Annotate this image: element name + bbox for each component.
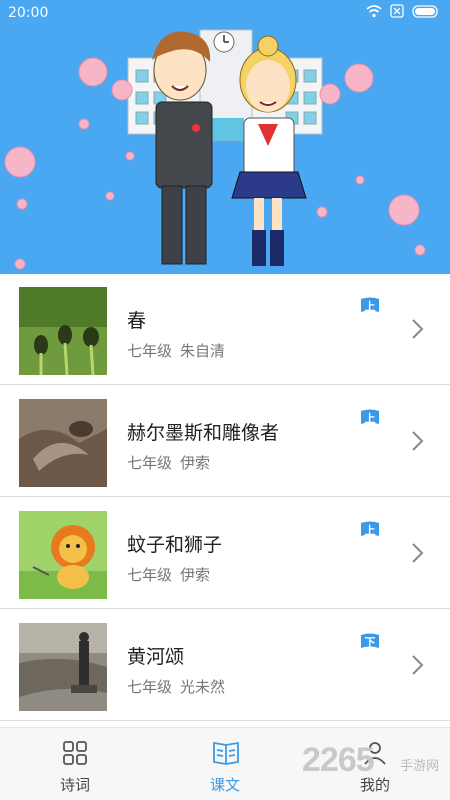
battery-icon	[412, 4, 438, 18]
nav-label: 课文	[209, 776, 240, 794]
chevron-right-icon	[412, 655, 424, 675]
lesson-meta: 七年级 伊索	[127, 452, 210, 473]
term-label: 上	[364, 412, 376, 425]
chevron-right-icon	[412, 543, 424, 563]
header-banner: 20:00	[0, 0, 450, 274]
term-label: 下	[364, 636, 376, 649]
grid-icon	[63, 741, 87, 765]
lesson-meta: 七年级 伊索	[127, 564, 210, 585]
status-icons	[366, 4, 440, 18]
watermark: 2265 手游网	[300, 735, 450, 795]
wifi-icon	[366, 4, 382, 17]
term-badge: 上	[360, 409, 380, 426]
status-time: 20:00	[8, 5, 49, 21]
book-icon	[213, 741, 239, 765]
nav-label: 诗词	[59, 776, 90, 794]
lesson-item[interactable]: 蚊子和狮子 七年级 伊索 上	[0, 498, 450, 609]
term-label: 上	[364, 300, 376, 313]
lesson-title: 黄河颂	[127, 646, 185, 668]
lesson-thumbnail	[19, 399, 107, 487]
chevron-right-icon	[412, 319, 424, 339]
lesson-list: 春 七年级 朱自清 上 赫尔墨斯和雕像者 七年级 伊索 上 蚊子和狮子 七年级 …	[0, 274, 450, 727]
no-sim-icon	[390, 4, 404, 18]
chevron-right-icon	[412, 431, 424, 451]
watermark-number: 2265	[302, 741, 375, 779]
lesson-item[interactable]: 春 七年级 朱自清 上	[0, 274, 450, 385]
lesson-author: 光未然	[180, 678, 226, 696]
term-badge: 上	[360, 297, 380, 314]
lesson-grade: 七年级	[127, 678, 173, 696]
nav-item-poems[interactable]: 诗词	[0, 728, 150, 800]
lesson-grade: 七年级	[127, 342, 173, 360]
lesson-thumbnail	[19, 623, 107, 711]
banner-illustration	[4, 29, 426, 270]
lesson-grade: 七年级	[127, 454, 173, 472]
lesson-title: 蚊子和狮子	[127, 534, 223, 556]
lesson-title: 春	[127, 310, 147, 332]
nav-item-texts[interactable]: 课文	[150, 728, 300, 800]
lesson-thumbnail	[19, 511, 107, 599]
watermark-site: 手游网	[400, 759, 440, 774]
term-badge: 下	[360, 633, 380, 650]
lesson-meta: 七年级 朱自清	[127, 340, 225, 361]
lesson-item[interactable]: 赫尔墨斯和雕像者 七年级 伊索 上	[0, 386, 450, 497]
lesson-item[interactable]: 黄河颂 七年级 光未然 下	[0, 610, 450, 721]
term-label: 上	[364, 524, 376, 537]
lesson-author: 伊索	[180, 454, 211, 472]
lesson-author: 伊索	[180, 566, 211, 584]
lesson-meta: 七年级 光未然	[127, 676, 225, 697]
status-bar: 20:00	[0, 0, 450, 26]
lesson-grade: 七年级	[127, 566, 173, 584]
lesson-author: 朱自清	[180, 342, 226, 360]
lesson-title: 赫尔墨斯和雕像者	[127, 422, 280, 444]
lesson-thumbnail	[19, 287, 107, 375]
term-badge: 上	[360, 521, 380, 538]
